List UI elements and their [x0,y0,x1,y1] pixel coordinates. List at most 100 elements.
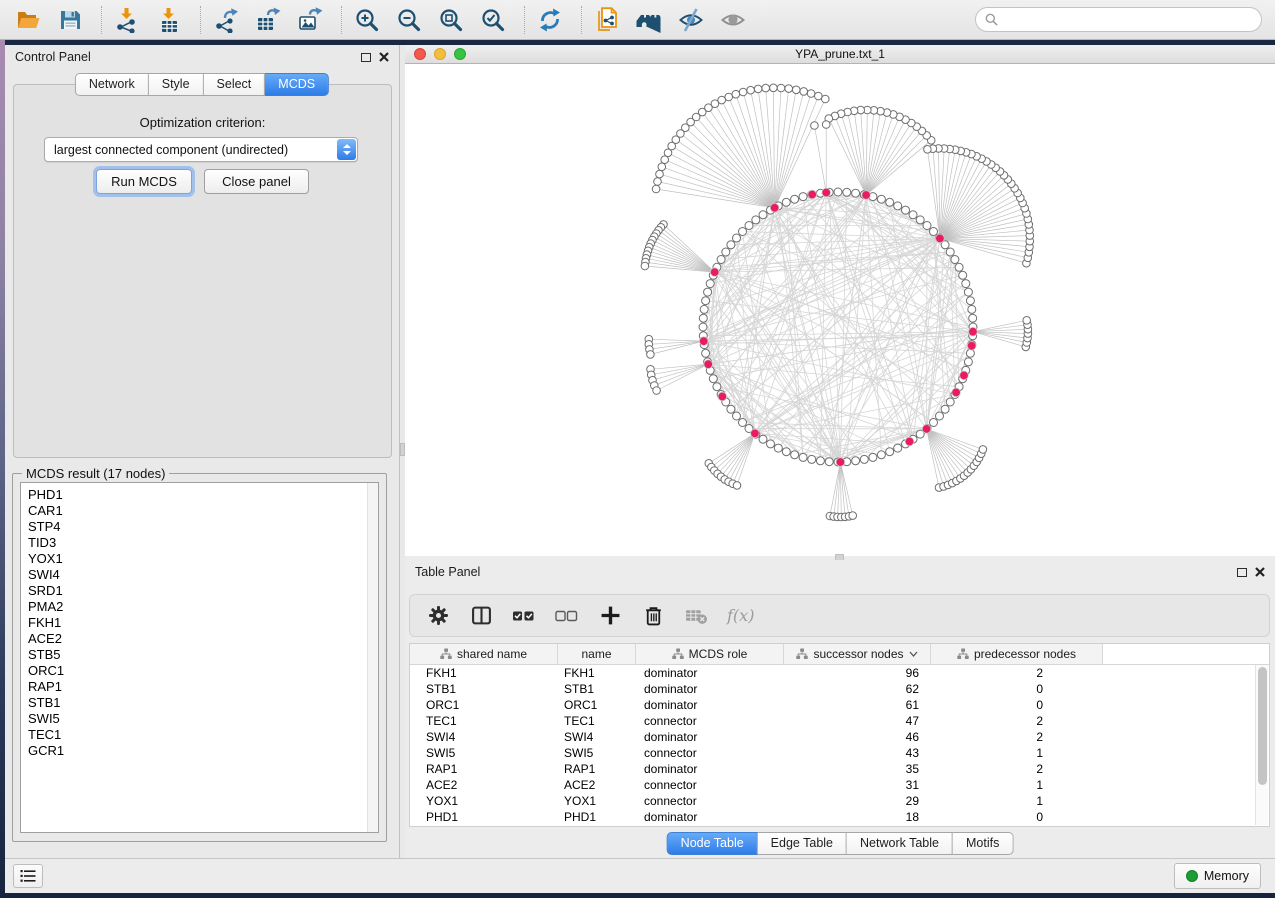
table-row[interactable]: TEC1 TEC1 connector 47 2 [410,713,1269,729]
cell-shared-name[interactable]: ACE2 [410,778,558,792]
cell-successor-nodes[interactable]: 96 [784,666,931,680]
toolbar-search[interactable] [975,7,1262,32]
refresh-layout-icon[interactable] [535,5,565,35]
table-row[interactable]: YOX1 YOX1 connector 29 1 [410,793,1269,809]
cell-name[interactable]: PHD1 [558,810,636,824]
table-row[interactable]: SWI4 SWI4 dominator 46 2 [410,729,1269,745]
cell-shared-name[interactable]: ORC1 [410,698,558,712]
column-header-shared-name[interactable]: shared name [410,644,558,664]
column-header-name[interactable]: name [558,644,636,664]
cell-mcds-role[interactable]: dominator [636,666,784,680]
cell-name[interactable]: RAP1 [558,762,636,776]
cell-successor-nodes[interactable]: 47 [784,714,931,728]
cell-name[interactable]: SWI5 [558,746,636,760]
show-graphics-details-icon[interactable] [718,5,748,35]
optimization-criterion-select[interactable]: largest connected component (undirected) [44,137,358,162]
zoom-selected-icon[interactable] [478,5,508,35]
list-item[interactable]: GCR1 [21,743,378,759]
open-session-icon[interactable] [13,5,43,35]
list-item[interactable]: RAP1 [21,679,378,695]
list-item[interactable]: STP4 [21,519,378,535]
import-network-icon[interactable] [112,5,142,35]
tab-motifs[interactable]: Motifs [953,832,1013,855]
cell-successor-nodes[interactable]: 62 [784,682,931,696]
cell-successor-nodes[interactable]: 31 [784,778,931,792]
table-row[interactable]: FKH1 FKH1 dominator 96 2 [410,665,1269,681]
cell-name[interactable]: SWI4 [558,730,636,744]
float-panel-icon[interactable] [1237,568,1247,577]
window-zoom-icon[interactable] [454,48,466,60]
list-item[interactable]: CAR1 [21,503,378,519]
table-row[interactable]: RAP1 RAP1 dominator 35 2 [410,761,1269,777]
cell-predecessor-nodes[interactable]: 2 [931,730,1103,744]
column-header-predecessor-nodes[interactable]: predecessor nodes [931,644,1103,664]
cell-predecessor-nodes[interactable]: 1 [931,794,1103,808]
cell-successor-nodes[interactable]: 46 [784,730,931,744]
mcds-result-list[interactable]: PHD1CAR1STP4TID3YOX1SWI4SRD1PMA2FKH1ACE2… [20,482,379,833]
add-column-icon[interactable] [598,604,622,628]
network-from-document-icon[interactable] [592,5,622,35]
table-row[interactable]: ORC1 ORC1 dominator 61 0 [410,697,1269,713]
cell-mcds-role[interactable]: dominator [636,698,784,712]
cell-successor-nodes[interactable]: 35 [784,762,931,776]
list-scrollbar[interactable] [367,483,378,832]
list-item[interactable]: SWI4 [21,567,378,583]
table-row[interactable]: STB1 STB1 dominator 62 0 [410,681,1269,697]
hide-graphics-details-icon[interactable] [676,5,706,35]
cell-predecessor-nodes[interactable]: 1 [931,778,1103,792]
cell-name[interactable]: TEC1 [558,714,636,728]
cell-successor-nodes[interactable]: 29 [784,794,931,808]
list-item[interactable]: TID3 [21,535,378,551]
cell-mcds-role[interactable]: connector [636,794,784,808]
list-item[interactable]: PHD1 [21,487,378,503]
cell-mcds-role[interactable]: connector [636,714,784,728]
cell-name[interactable]: FKH1 [558,666,636,680]
cell-mcds-role[interactable]: dominator [636,762,784,776]
column-header-mcds-role[interactable]: MCDS role [636,644,784,664]
cell-predecessor-nodes[interactable]: 2 [931,714,1103,728]
list-item[interactable]: SRD1 [21,583,378,599]
save-session-icon[interactable] [55,5,85,35]
cell-mcds-role[interactable]: dominator [636,810,784,824]
zoom-out-icon[interactable] [394,5,424,35]
list-item[interactable]: STB1 [21,695,378,711]
cell-shared-name[interactable]: SWI4 [410,730,558,744]
tab-edge-table[interactable]: Edge Table [758,832,847,855]
close-panel-icon[interactable] [379,52,389,62]
table-scrollbar[interactable] [1255,665,1268,825]
cell-name[interactable]: ORC1 [558,698,636,712]
tab-node-table[interactable]: Node Table [667,832,758,855]
tab-mcds[interactable]: MCDS [265,73,329,96]
network-canvas[interactable] [405,64,1275,556]
select-all-icon[interactable] [512,604,536,628]
cell-name[interactable]: ACE2 [558,778,636,792]
list-item[interactable]: YOX1 [21,551,378,567]
cell-successor-nodes[interactable]: 18 [784,810,931,824]
list-item[interactable]: ACE2 [21,631,378,647]
export-table-icon[interactable] [253,5,283,35]
split-columns-icon[interactable] [469,604,493,628]
cell-name[interactable]: YOX1 [558,794,636,808]
cell-predecessor-nodes[interactable]: 0 [931,810,1103,824]
zoom-fit-icon[interactable] [436,5,466,35]
zoom-in-icon[interactable] [352,5,382,35]
cell-successor-nodes[interactable]: 61 [784,698,931,712]
table-settings-icon[interactable] [426,604,450,628]
cell-shared-name[interactable]: FKH1 [410,666,558,680]
cell-predecessor-nodes[interactable]: 2 [931,666,1103,680]
cell-shared-name[interactable]: YOX1 [410,794,558,808]
cell-shared-name[interactable]: PHD1 [410,810,558,824]
cell-name[interactable]: STB1 [558,682,636,696]
cell-predecessor-nodes[interactable]: 1 [931,746,1103,760]
import-table-icon[interactable] [154,5,184,35]
cell-shared-name[interactable]: STB1 [410,682,558,696]
close-panel-button[interactable]: Close panel [204,169,309,194]
column-header-successor-nodes[interactable]: successor nodes [784,644,931,664]
float-panel-icon[interactable] [361,53,371,62]
tab-network[interactable]: Network [75,73,149,96]
cell-predecessor-nodes[interactable]: 0 [931,682,1103,696]
cell-shared-name[interactable]: RAP1 [410,762,558,776]
cell-shared-name[interactable]: SWI5 [410,746,558,760]
list-item[interactable]: TEC1 [21,727,378,743]
list-item[interactable]: SWI5 [21,711,378,727]
